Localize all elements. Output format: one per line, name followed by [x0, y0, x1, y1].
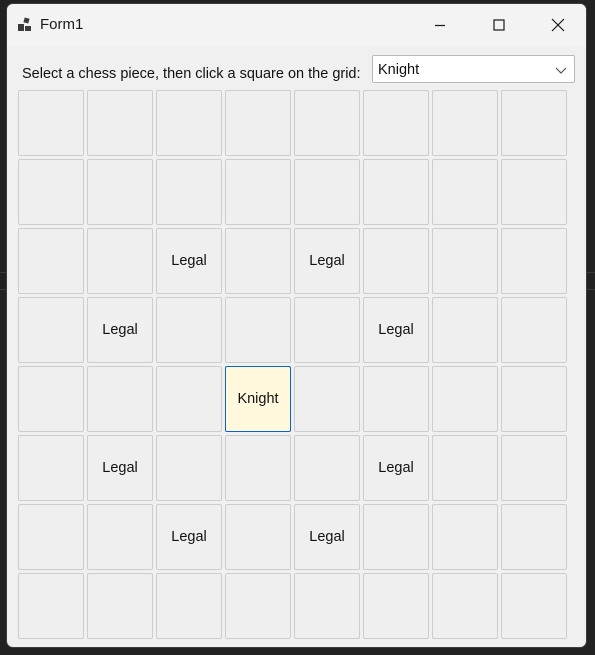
board-square[interactable]	[363, 90, 429, 156]
board-square[interactable]	[18, 159, 84, 225]
board-square[interactable]	[294, 159, 360, 225]
board-square[interactable]	[225, 573, 291, 639]
board-square[interactable]	[501, 366, 567, 432]
board-square[interactable]	[432, 90, 498, 156]
board-square[interactable]	[225, 228, 291, 294]
form-window: Form1 Select a chess piece, then click a…	[6, 3, 587, 648]
board-square[interactable]: Legal	[87, 435, 153, 501]
board-square-selected[interactable]: Knight	[225, 366, 291, 432]
board-square[interactable]: Legal	[156, 504, 222, 570]
board-square[interactable]	[156, 573, 222, 639]
board-square[interactable]: Legal	[363, 435, 429, 501]
board-square[interactable]	[501, 297, 567, 363]
board-square[interactable]	[432, 297, 498, 363]
chevron-down-icon	[555, 67, 567, 74]
board-square[interactable]	[225, 90, 291, 156]
title-bar[interactable]: Form1	[7, 4, 586, 46]
board-square[interactable]: Legal	[363, 297, 429, 363]
board-square[interactable]	[156, 297, 222, 363]
board-square[interactable]	[156, 159, 222, 225]
board-square[interactable]	[432, 366, 498, 432]
board-square[interactable]	[18, 228, 84, 294]
board-square[interactable]: Legal	[87, 297, 153, 363]
board-square[interactable]	[87, 504, 153, 570]
board-square[interactable]	[363, 573, 429, 639]
board-square[interactable]	[501, 573, 567, 639]
piece-select-value: Knight	[378, 62, 420, 78]
board-square[interactable]	[225, 435, 291, 501]
piece-select[interactable]: Knight	[372, 55, 575, 83]
board-square[interactable]	[294, 297, 360, 363]
board-square[interactable]	[501, 504, 567, 570]
close-button[interactable]	[530, 4, 585, 46]
board-square[interactable]	[18, 90, 84, 156]
board-square[interactable]	[156, 366, 222, 432]
maximize-icon	[492, 19, 505, 31]
board-square[interactable]	[225, 159, 291, 225]
board-square[interactable]	[363, 504, 429, 570]
instruction-label: Select a chess piece, then click a squar…	[22, 66, 361, 82]
board-square[interactable]	[363, 228, 429, 294]
board-square[interactable]	[225, 504, 291, 570]
board-square[interactable]	[501, 90, 567, 156]
board-square[interactable]	[18, 504, 84, 570]
board-square[interactable]	[87, 90, 153, 156]
window-title: Form1	[40, 16, 84, 33]
board-square[interactable]	[432, 573, 498, 639]
board-square[interactable]	[501, 435, 567, 501]
board-square[interactable]	[87, 366, 153, 432]
close-icon	[551, 18, 564, 32]
maximize-button[interactable]	[471, 4, 526, 46]
board-square[interactable]	[501, 159, 567, 225]
board-square[interactable]	[294, 573, 360, 639]
board-square[interactable]: Legal	[156, 228, 222, 294]
board-square[interactable]	[18, 366, 84, 432]
board-square[interactable]	[18, 435, 84, 501]
minimize-icon	[434, 24, 445, 27]
board-square[interactable]: Legal	[294, 504, 360, 570]
board-square[interactable]	[18, 573, 84, 639]
board-square[interactable]	[501, 228, 567, 294]
board-square[interactable]	[294, 435, 360, 501]
board-square[interactable]: Legal	[294, 228, 360, 294]
app-icon	[18, 17, 31, 31]
board-square[interactable]	[87, 573, 153, 639]
minimize-button[interactable]	[412, 4, 467, 46]
board-square[interactable]	[432, 159, 498, 225]
board-square[interactable]	[363, 366, 429, 432]
board-square[interactable]	[432, 228, 498, 294]
board-square[interactable]	[156, 90, 222, 156]
board-square[interactable]	[156, 435, 222, 501]
board-square[interactable]	[18, 297, 84, 363]
board-square[interactable]	[432, 435, 498, 501]
board-square[interactable]	[87, 228, 153, 294]
board-square[interactable]	[225, 297, 291, 363]
board-square[interactable]	[363, 159, 429, 225]
board-square[interactable]	[87, 159, 153, 225]
board-square[interactable]	[294, 90, 360, 156]
board-square[interactable]	[432, 504, 498, 570]
board-square[interactable]	[294, 366, 360, 432]
